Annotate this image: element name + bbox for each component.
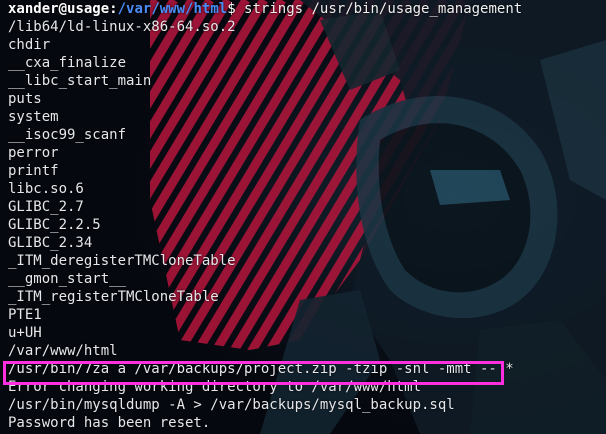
output-line: printf [8,163,59,179]
output-line: __isoc99_scanf [8,127,127,143]
prompt-dollar: $ [227,1,236,17]
output-line: _ITM_registerTMCloneTable [8,289,219,305]
prompt-separator: : [109,1,118,17]
prompt-line: xander@usage:/var/www/html$ strings /usr… [8,0,606,18]
output-line: Password has been reset. [8,415,211,431]
output-line: libc.so.6 [8,181,84,197]
prompt-path: /var/www/html [117,1,228,17]
output-line: __cxa_finalize [8,55,127,71]
prompt-host: usage [67,1,110,17]
output-line: GLIBC_2.34 [8,235,93,251]
highlighted-output-line: /usr/bin/7za a /var/backups/project.zip … [8,361,514,377]
output-line: u+UH [8,325,42,341]
output-line: _ITM_deregisterTMCloneTable [8,253,236,269]
output-line: /var/www/html [8,343,118,359]
terminal-output: xander@usage:/var/www/html$ strings /usr… [8,0,606,432]
output-line: PTE1 [8,307,42,323]
output-line: system [8,109,59,125]
output-line: /usr/bin/mysqldump -A > /var/backups/mys… [8,397,455,413]
output-line: perror [8,145,59,161]
output-line: puts [8,91,42,107]
output-line: __libc_start_main [8,73,152,89]
prompt-user: xander [8,1,59,17]
prompt-at: @ [58,1,68,17]
output-line: GLIBC_2.7 [8,199,84,215]
output-line: Error changing working directory to /var… [8,379,422,395]
output-line: GLIBC_2.2.5 [8,217,101,233]
terminal-window[interactable]: xander@usage:/var/www/html$ strings /usr… [0,0,606,434]
output-line: chdir [8,37,51,53]
output-line: /lib64/ld-linux-x86-64.so.2 [8,19,236,35]
command-text: strings /usr/bin/usage_management [235,1,523,17]
output-line: __gmon_start__ [8,271,127,287]
